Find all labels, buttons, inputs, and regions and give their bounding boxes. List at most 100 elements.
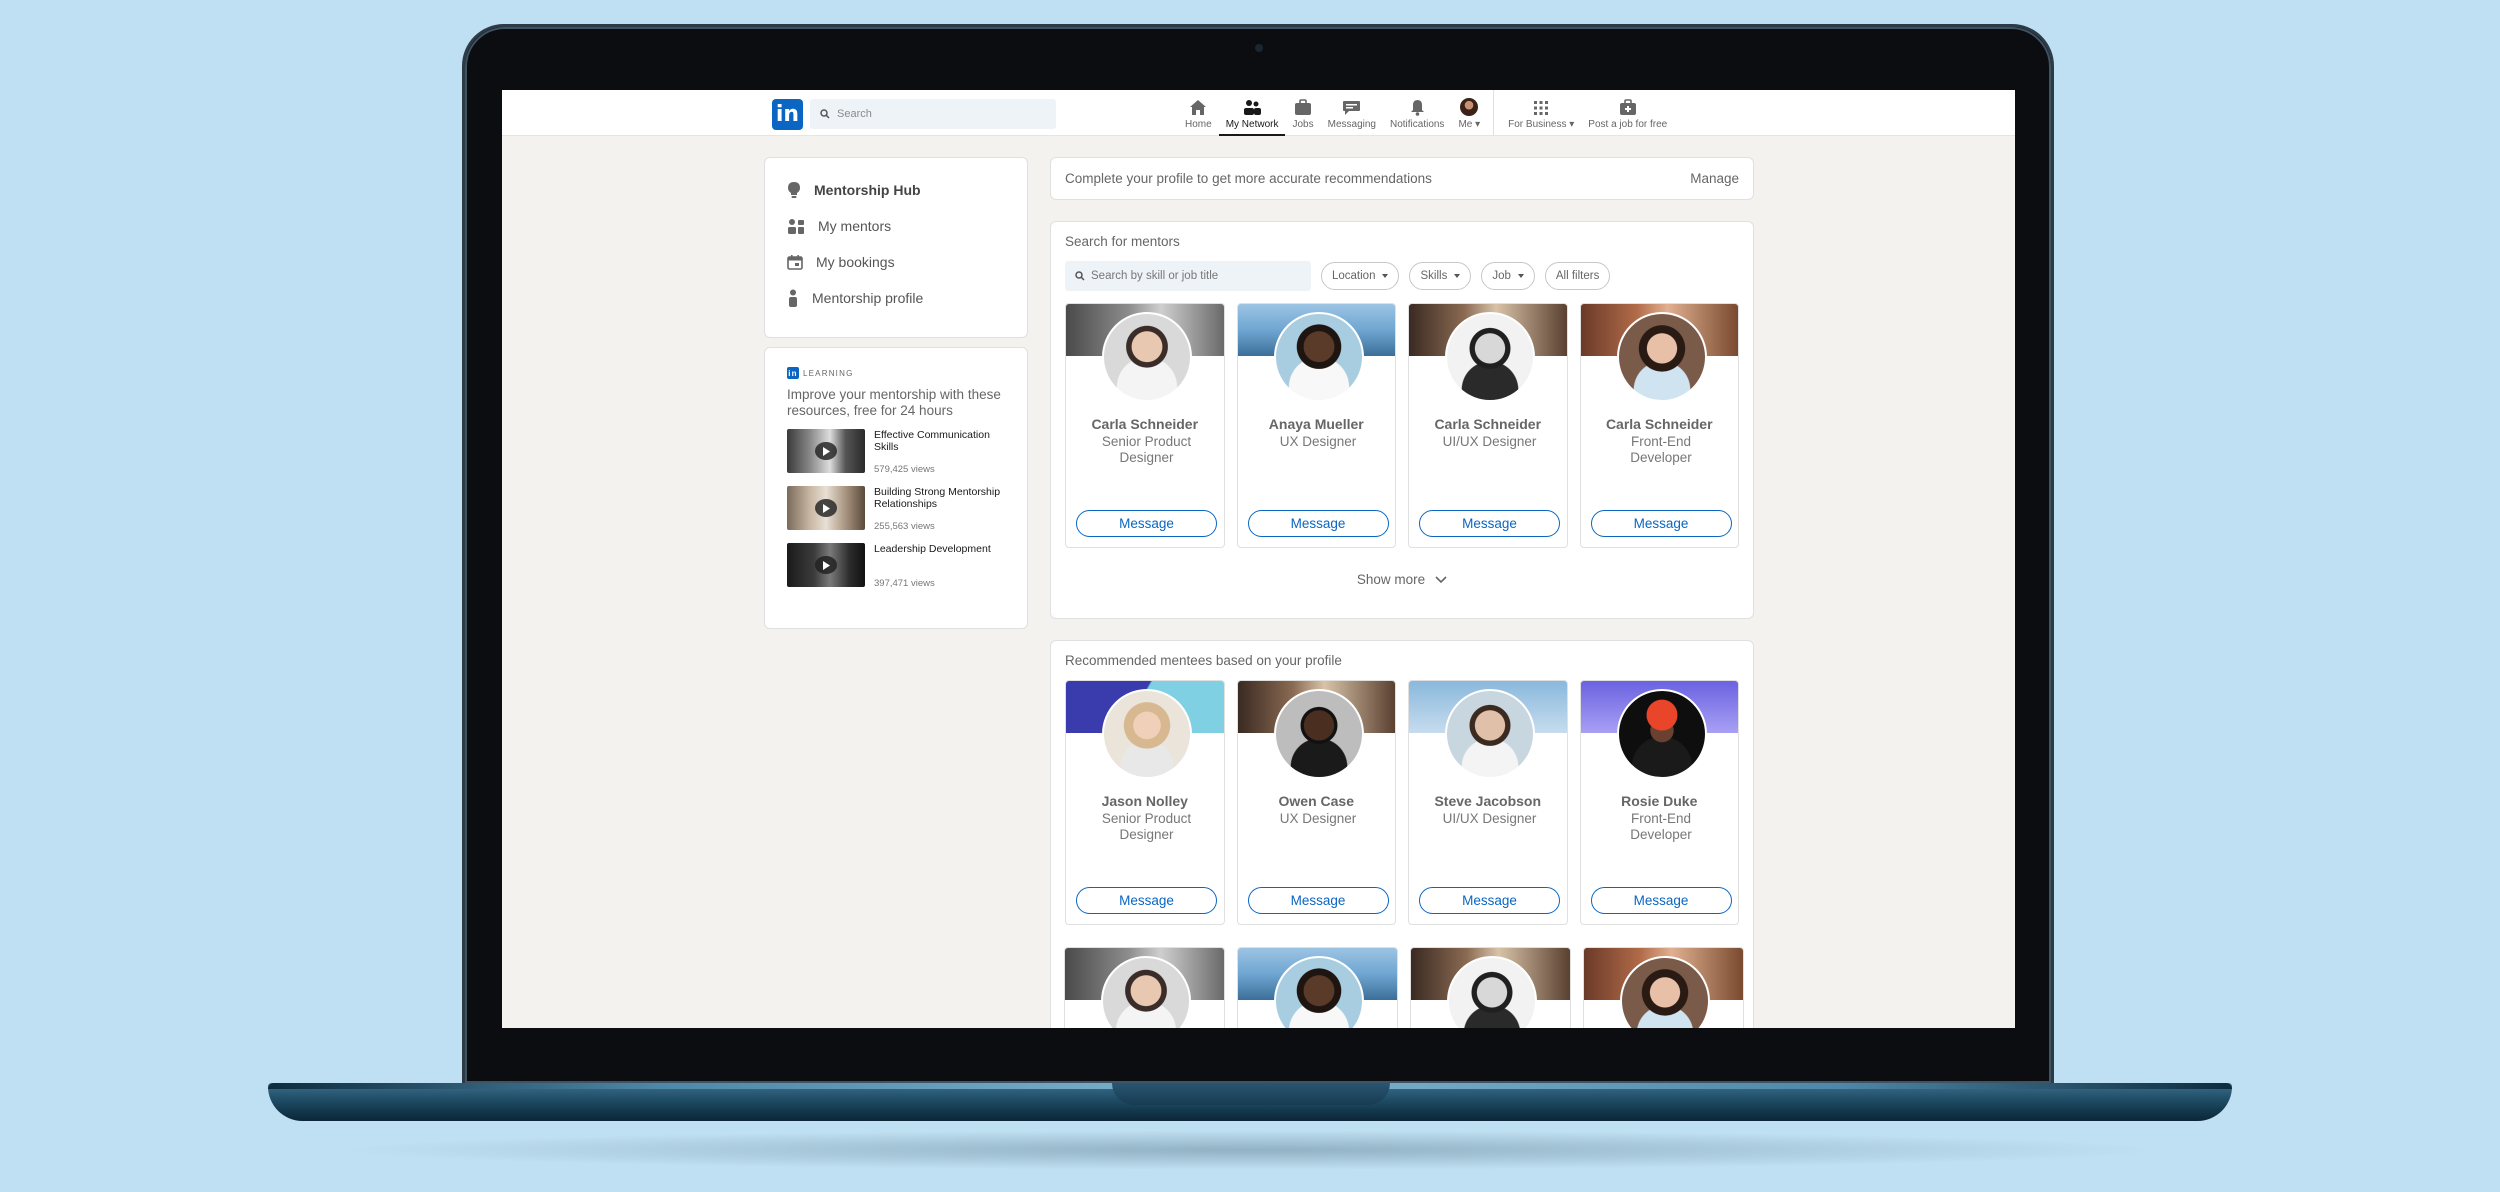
sidebar-item-label: Mentorship Hub — [814, 182, 921, 198]
person-role: Front-End Developer — [1630, 434, 1692, 465]
sidebar-item-mentorship-profile[interactable]: Mentorship profile — [787, 280, 1027, 316]
filter-label: Job — [1492, 270, 1511, 282]
nav-home[interactable]: Home — [1178, 90, 1219, 136]
person-name[interactable]: Jason Nolley — [1066, 793, 1224, 809]
people-icon — [788, 218, 804, 234]
nav-me-label: Me ▾ — [1458, 119, 1481, 130]
message-button[interactable]: Message — [1247, 510, 1389, 537]
nav-messaging[interactable]: Messaging — [1321, 90, 1383, 136]
person-role: Senior Product Designer — [1101, 434, 1192, 465]
sidebar-item-my-bookings[interactable]: My bookings — [787, 244, 1027, 280]
mentor-card[interactable]: Carla Schneider Front-End Developer Mess… — [1579, 303, 1739, 548]
filter-label: All filters — [1555, 270, 1600, 282]
manage-link[interactable]: Manage — [1690, 171, 1739, 186]
show-more-label: Show more — [1356, 572, 1426, 587]
mentor-card[interactable] — [1064, 947, 1225, 1028]
sidebar-item-mentorship-hub[interactable]: Mentorship Hub — [787, 172, 1027, 208]
nav-for-business[interactable]: For Business ▾ — [1493, 90, 1581, 136]
nav-notifications[interactable]: Notifications — [1383, 90, 1451, 136]
mentor-card[interactable] — [1410, 947, 1571, 1028]
network-icon — [1244, 100, 1262, 115]
course-thumbnail[interactable] — [787, 543, 865, 587]
course-item[interactable]: Building Strong Mentorship Relationships… — [787, 486, 1027, 533]
play-icon — [815, 556, 837, 574]
laptop-shadow — [330, 1130, 2170, 1170]
mentor-search-input[interactable]: Search by skill or job title — [1065, 261, 1311, 291]
course-item[interactable]: Effective Communication Skills 579,425 v… — [787, 429, 1027, 476]
caret-down-icon — [1517, 274, 1524, 278]
learning-heading: LEARNING — [803, 368, 854, 378]
message-button[interactable]: Message — [1590, 510, 1732, 537]
global-search-input[interactable]: Search — [810, 99, 1056, 129]
avatar-icon — [1460, 98, 1479, 116]
person-name[interactable]: Owen Case — [1238, 793, 1396, 809]
filter-skills[interactable]: Skills — [1409, 262, 1472, 290]
sidebar-item-label: My bookings — [816, 254, 895, 270]
avatar — [1102, 312, 1192, 402]
sidebar-item-my-mentors[interactable]: My mentors — [787, 208, 1027, 244]
search-placeholder: Search — [837, 108, 872, 120]
learning-card: in LEARNING Improve your mentorship with… — [764, 347, 1028, 629]
message-button[interactable]: Message — [1247, 887, 1389, 914]
avatar — [1273, 312, 1364, 402]
linkedin-learning-logo: in — [787, 367, 799, 379]
calendar-icon — [787, 255, 803, 270]
bell-icon — [1410, 100, 1424, 116]
filter-job[interactable]: Job — [1481, 262, 1535, 290]
avatar — [1445, 689, 1535, 779]
course-title[interactable]: Building Strong Mentorship Relationships — [874, 486, 1014, 510]
person-name[interactable]: Carla Schneider — [1066, 416, 1224, 432]
course-thumbnail[interactable] — [787, 429, 865, 473]
show-more-button[interactable]: Show more — [1065, 572, 1739, 587]
mentor-card[interactable]: Carla Schneider Senior Product Designer … — [1065, 303, 1225, 548]
banner-text: Complete your profile to get more accura… — [1065, 171, 1432, 186]
course-title[interactable]: Effective Communication Skills — [874, 429, 1014, 453]
mentee-card[interactable]: Rosie Duke Front-End Developer Message — [1579, 680, 1739, 925]
top-nav: in Search Home My Network Jobs Messaging — [502, 90, 2015, 136]
chevron-down-icon — [1435, 575, 1447, 583]
mentor-card[interactable] — [1237, 947, 1398, 1028]
caret-down-icon — [1382, 274, 1389, 278]
filter-location[interactable]: Location — [1321, 262, 1400, 290]
message-button[interactable]: Message — [1419, 510, 1560, 537]
learning-header: in LEARNING — [787, 367, 1027, 379]
person-role: Front-End Developer — [1630, 811, 1692, 842]
lightbulb-icon — [788, 182, 800, 198]
avatar — [1102, 689, 1192, 779]
nav-me[interactable]: Me ▾ — [1451, 90, 1487, 136]
course-thumbnail[interactable] — [787, 486, 865, 530]
person-role: UI/UX Designer — [1442, 811, 1537, 826]
nav-jobs[interactable]: Jobs — [1285, 90, 1320, 136]
section-title: Recommended mentees based on your profil… — [1065, 653, 1342, 668]
course-views: 255,563 views — [874, 521, 935, 532]
person-role: UI/UX Designer — [1442, 434, 1537, 449]
message-button[interactable]: Message — [1076, 887, 1217, 914]
message-button[interactable]: Message — [1076, 510, 1217, 537]
linkedin-logo[interactable]: in — [772, 99, 803, 130]
mentor-card[interactable] — [1583, 947, 1744, 1028]
course-title[interactable]: Leadership Development — [874, 543, 1014, 555]
course-item[interactable]: Leadership Development 397,471 views — [787, 543, 1027, 590]
person-name[interactable]: Rosie Duke — [1581, 793, 1739, 809]
message-button[interactable]: Message — [1419, 887, 1560, 914]
nav-post-job[interactable]: Post a job for free — [1581, 90, 1674, 136]
mentee-card[interactable]: Steve Jacobson UI/UX Designer Message — [1408, 680, 1568, 925]
learning-title: Improve your mentorship with these resou… — [787, 387, 1001, 418]
filter-all[interactable]: All filters — [1544, 262, 1611, 290]
mentee-card[interactable]: Owen Case UX Designer Message — [1236, 680, 1396, 925]
mentorship-sidebar: Mentorship Hub My mentors My bookings Me… — [764, 157, 1028, 338]
filter-label: Location — [1332, 270, 1376, 282]
mentor-card[interactable]: Anaya Mueller UX Designer Message — [1236, 303, 1396, 548]
nav-my-network[interactable]: My Network — [1218, 90, 1286, 136]
message-button[interactable]: Message — [1590, 887, 1732, 914]
person-name[interactable]: Carla Schneider — [1581, 416, 1739, 432]
play-icon — [815, 442, 837, 460]
mentor-card[interactable]: Carla Schneider UI/UX Designer Message — [1408, 303, 1568, 548]
avatar — [1616, 689, 1707, 779]
mentee-card[interactable]: Jason Nolley Senior Product Designer Mes… — [1065, 680, 1225, 925]
person-name[interactable]: Carla Schneider — [1409, 416, 1567, 432]
person-name[interactable]: Anaya Mueller — [1238, 416, 1396, 432]
person-role: Senior Product Designer — [1101, 811, 1192, 842]
section-title: Search for mentors — [1065, 234, 1180, 249]
person-name[interactable]: Steve Jacobson — [1409, 793, 1567, 809]
